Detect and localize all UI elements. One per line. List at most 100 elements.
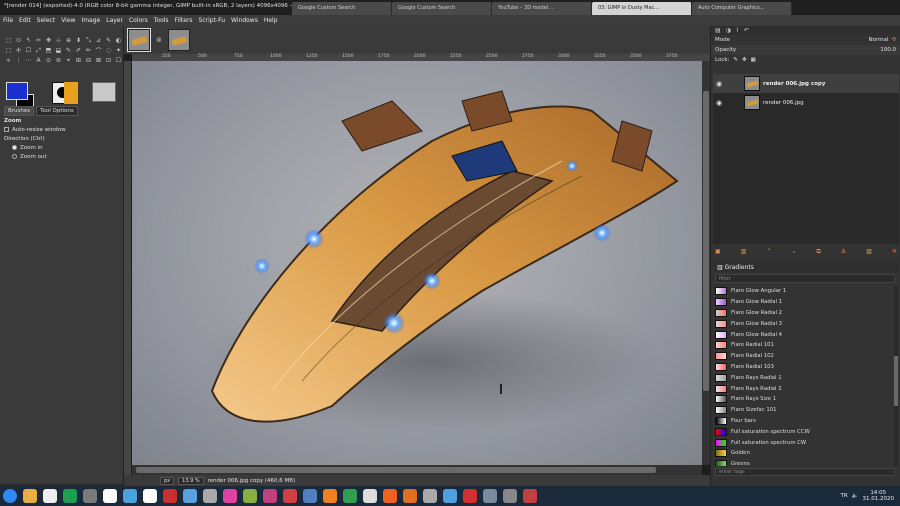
- vertical-ruler[interactable]: [124, 61, 131, 475]
- gradient-item[interactable]: Flare Radial 103: [715, 362, 893, 373]
- taskbar-app-icon[interactable]: [243, 489, 257, 503]
- auto-resize-option[interactable]: Auto-resize window: [4, 127, 122, 133]
- tool-button[interactable]: ⬚: [4, 46, 13, 55]
- layer-row[interactable]: ◉ render 006.jpg: [713, 93, 899, 112]
- new-layer-icon[interactable]: ▣: [715, 248, 721, 256]
- menu-file[interactable]: File: [0, 15, 16, 26]
- zoom-selector[interactable]: 13.9 %: [178, 476, 204, 485]
- taskbar-app-icon[interactable]: [443, 489, 457, 503]
- tool-button[interactable]: ⊙: [44, 56, 53, 65]
- menu-windows[interactable]: Windows: [228, 15, 261, 26]
- tool-button[interactable]: ⌒: [94, 46, 103, 55]
- taskbar-app-icon[interactable]: [183, 489, 197, 503]
- image-tab-2[interactable]: [167, 29, 190, 51]
- gradient-item[interactable]: Flare Rays Radial 1: [715, 372, 893, 383]
- layer-name[interactable]: render 006.jpg: [763, 100, 804, 106]
- taskbar-app-icon[interactable]: [503, 489, 517, 503]
- new-group-icon[interactable]: ▥: [741, 248, 747, 256]
- tool-button[interactable]: ⋯: [24, 56, 33, 65]
- horizontal-scrollbar[interactable]: [132, 465, 702, 475]
- tool-button[interactable]: ⊡: [104, 56, 113, 65]
- tool-button[interactable]: ⬚: [4, 36, 13, 45]
- lock-alpha-icon[interactable]: ▦: [751, 57, 756, 63]
- gradient-item[interactable]: Greens: [715, 459, 893, 466]
- foreground-color[interactable]: [6, 82, 28, 100]
- tool-button[interactable]: ⊚: [54, 56, 63, 65]
- lower-layer-icon[interactable]: ⌄: [791, 248, 796, 256]
- taskbar-app-icon[interactable]: [83, 489, 97, 503]
- gradient-item[interactable]: Flare Glow Radial 1: [715, 297, 893, 308]
- gradient-item[interactable]: Flare Rays Size 1: [715, 394, 893, 405]
- tool-button[interactable]: ⊠: [94, 56, 103, 65]
- tool-button[interactable]: A: [34, 56, 43, 65]
- taskbar-app-icon[interactable]: [403, 489, 417, 503]
- zoom-out-option[interactable]: Zoom out: [4, 154, 122, 160]
- lock-pixels-icon[interactable]: ✎: [733, 57, 738, 63]
- start-button[interactable]: [3, 489, 17, 503]
- scroll-thumb[interactable]: [894, 356, 898, 406]
- tool-button[interactable]: ⤢: [34, 46, 43, 55]
- paths-icon[interactable]: ⌇: [736, 27, 739, 34]
- tool-button[interactable]: ⊟: [84, 56, 93, 65]
- layers-icon[interactable]: ▤: [715, 27, 721, 34]
- unit-selector[interactable]: px: [160, 476, 175, 485]
- gradient-item[interactable]: Flare Sizefac 101: [715, 405, 893, 416]
- tab-tool-options[interactable]: Tool Options: [36, 106, 78, 116]
- gradient-item[interactable]: Full saturation spectrum CW: [715, 437, 893, 448]
- tool-button[interactable]: ⊿: [94, 36, 103, 45]
- channels-icon[interactable]: ◑: [726, 27, 731, 34]
- tool-button[interactable]: ✂: [34, 36, 43, 45]
- taskbar-app-icon[interactable]: [343, 489, 357, 503]
- taskbar-app-icon[interactable]: [323, 489, 337, 503]
- browser-tab-5[interactable]: Auto Computer Graphics...: [692, 2, 792, 15]
- duplicate-layer-icon[interactable]: ⧉: [816, 248, 820, 256]
- tool-button[interactable]: ⊹: [54, 36, 63, 45]
- menu-view[interactable]: View: [58, 15, 78, 26]
- tool-button[interactable]: ☐: [114, 56, 123, 65]
- delete-layer-icon[interactable]: ✖: [892, 248, 897, 256]
- gradients-header[interactable]: ▥ Gradients: [713, 262, 899, 272]
- volume-icon[interactable]: 🔈: [852, 493, 859, 499]
- tool-button[interactable]: ✎: [104, 36, 113, 45]
- taskbar-app-icon[interactable]: [223, 489, 237, 503]
- taskbar-app-icon[interactable]: [363, 489, 377, 503]
- eye-icon[interactable]: ◉: [716, 80, 726, 88]
- menu-edit[interactable]: Edit: [16, 15, 34, 26]
- taskbar-app-icon[interactable]: [423, 489, 437, 503]
- scroll-thumb[interactable]: [703, 91, 709, 391]
- menu-image[interactable]: Image: [78, 15, 103, 26]
- radio-off-icon[interactable]: [12, 154, 17, 159]
- mask-icon[interactable]: ▨: [866, 248, 872, 256]
- menu-help[interactable]: Help: [261, 15, 281, 26]
- tool-button[interactable]: ⌖: [64, 56, 73, 65]
- tags-input[interactable]: enter tags: [715, 468, 895, 476]
- clock[interactable]: 14:05 31.01.2020: [863, 490, 895, 502]
- menu-filters[interactable]: Filters: [172, 15, 196, 26]
- menu-script-fu[interactable]: Script-Fu: [196, 15, 229, 26]
- language-indicator[interactable]: TR: [840, 493, 847, 499]
- layer-row[interactable]: ◉ render 006.jpg copy: [713, 74, 899, 93]
- tool-button[interactable]: ◐: [114, 36, 123, 45]
- gradient-item[interactable]: Flare Glow Radial 4: [715, 329, 893, 340]
- mode-select[interactable]: Normal: [868, 37, 888, 43]
- gradient-item[interactable]: Four bars: [715, 416, 893, 427]
- tool-button[interactable]: ⬍: [74, 36, 83, 45]
- taskbar-app-icon[interactable]: [263, 489, 277, 503]
- menu-select[interactable]: Select: [34, 15, 59, 26]
- taskbar-app-icon[interactable]: [463, 489, 477, 503]
- tool-button[interactable]: ⊞: [74, 56, 83, 65]
- close-icon[interactable]: ⊗: [156, 36, 162, 44]
- tool-button[interactable]: ✢: [14, 46, 23, 55]
- reset-icon[interactable]: ⟲: [891, 37, 896, 43]
- gradient-item[interactable]: Flare Radial 102: [715, 351, 893, 362]
- taskbar-app-icon[interactable]: [483, 489, 497, 503]
- tool-button[interactable]: ⤡: [84, 36, 93, 45]
- gradient-scrollbar[interactable]: [894, 286, 898, 466]
- image-tab-1[interactable]: [127, 28, 151, 52]
- tool-button[interactable]: ⋮: [14, 56, 23, 65]
- tool-button[interactable]: ϟ: [24, 36, 33, 45]
- taskbar-app-icon[interactable]: [103, 489, 117, 503]
- tool-button[interactable]: ⬓: [54, 46, 63, 55]
- taskbar-app-icon[interactable]: [123, 489, 137, 503]
- tool-button[interactable]: ✎: [64, 46, 73, 55]
